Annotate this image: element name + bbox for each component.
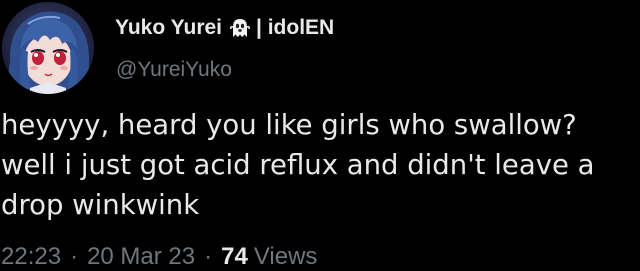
tweet-date[interactable]: 20 Mar 23 [87,243,195,271]
meta-separator: · [204,243,213,270]
author-name-row: Yuko Yurei | idolEN [115,13,334,43]
user-handle[interactable]: @YureiYuko [116,58,232,82]
meta-separator: · [70,243,79,270]
tweet-text-line: drop winkwink [1,189,200,221]
views-count[interactable]: 74 [221,243,248,271]
tweet-text: heyyyy, heard you like girls who swallow… [1,105,640,225]
views-label: Views [253,243,318,270]
avatar-image [2,2,94,94]
tweet-meta: 22:23 · 20 Mar 23 · 74 Views [1,243,317,271]
tweet-text-line: well i just got acid reflux and didn't l… [1,149,595,181]
display-name[interactable]: Yuko Yurei [115,16,222,40]
tweet-time[interactable]: 22:23 [1,243,61,271]
name-suffix: | idolEN [256,16,335,39]
tweet: Yuko Yurei | idolEN @YureiYuko heyyyy, h… [0,0,640,271]
avatar[interactable] [2,2,94,94]
tweet-text-line: heyyyy, heard you like girls who swallow… [1,109,577,141]
ghost-emoji-icon [229,17,251,39]
